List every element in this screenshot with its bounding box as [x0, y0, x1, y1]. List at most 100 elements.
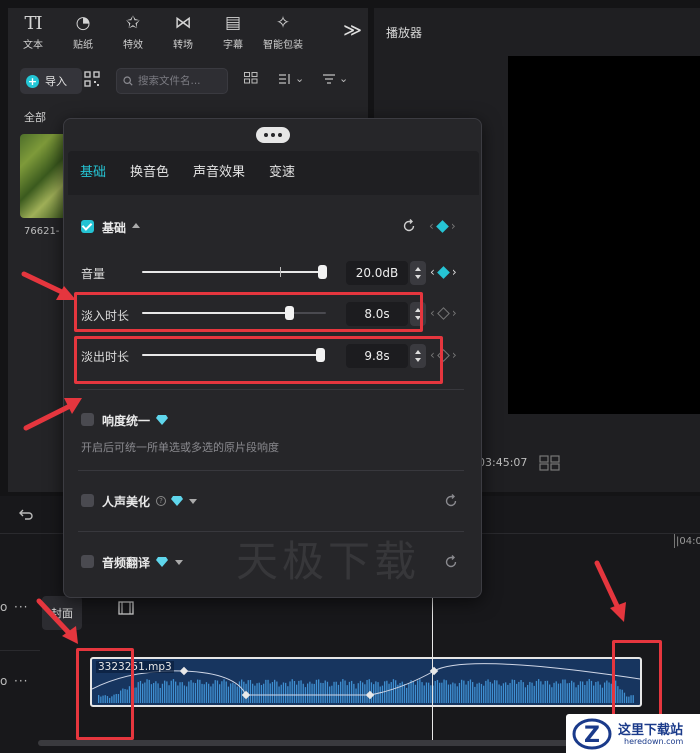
voice-beautify-checkbox[interactable] [81, 494, 94, 507]
filter-dropdown[interactable]: ⌄ [322, 72, 348, 85]
smart-pack-icon: ✧ [275, 13, 291, 33]
help-icon[interactable]: ? [156, 496, 166, 506]
reset-icon[interactable] [402, 219, 416, 233]
playhead[interactable] [432, 592, 433, 742]
import-button[interactable]: + 导入 [20, 68, 82, 94]
grid-view-toggle[interactable] [244, 72, 258, 84]
tool-text[interactable]: TI 文本 [8, 8, 58, 56]
next-keyframe-icon[interactable]: › [452, 306, 457, 320]
vip-diamond-icon [156, 415, 168, 425]
tool-text-label: 文本 [23, 40, 43, 51]
sort-icon [279, 73, 290, 84]
tool-sticker-label: 贴纸 [73, 40, 93, 51]
chevron-down-icon: ⌄ [339, 72, 349, 85]
tab-voice-change[interactable]: 换音色 [118, 151, 181, 195]
section-divider [78, 389, 464, 390]
prev-keyframe-icon[interactable]: ‹ [429, 219, 434, 233]
site-logo: Z 这里下载站 heredown.com [566, 714, 700, 753]
track-more-icon[interactable]: ··· [14, 674, 28, 688]
sort-dropdown[interactable]: ⌄ [278, 72, 304, 85]
track-toggle-icon[interactable]: o [0, 600, 7, 614]
next-keyframe-icon[interactable]: › [451, 219, 456, 233]
audio-translate-checkbox[interactable] [81, 555, 94, 568]
search-input[interactable] [138, 75, 220, 87]
audio-waveform [92, 663, 640, 703]
volume-slider[interactable] [142, 264, 327, 280]
watermark-text: 天极下载 [236, 537, 421, 586]
tool-sticker[interactable]: ◔ 贴纸 [58, 8, 108, 56]
volume-stepper[interactable] [410, 261, 426, 285]
undo-icon[interactable] [18, 506, 34, 522]
more-tools-icon[interactable]: ≫ [343, 20, 362, 41]
tool-transition-label: 转场 [173, 40, 193, 51]
transition-icon: ⋈ [174, 13, 192, 33]
search-icon [123, 76, 133, 86]
filter-icon [323, 73, 335, 84]
expand-icon[interactable] [189, 499, 197, 504]
tool-smart-pack[interactable]: ✧ 智能包装 [258, 8, 308, 56]
volume-default-mark [280, 267, 281, 277]
slider-handle[interactable] [318, 265, 327, 279]
chevron-down-icon: ⌄ [295, 72, 305, 85]
track-more-icon[interactable]: ··· [14, 600, 28, 614]
keyframe-icon[interactable] [435, 219, 449, 233]
loudness-hint: 开启后可统一所单选或多选的原片段响度 [81, 441, 279, 454]
audio-translate-label: 音频翻译 [102, 556, 151, 570]
annotation-box-fade-in [74, 292, 423, 332]
audio-tabs: 基础 换音色 声音效果 变速 [68, 151, 479, 195]
subtitle-icon: ▤ [224, 13, 242, 33]
tool-effects-label: 特效 [123, 40, 143, 51]
next-keyframe-icon[interactable]: › [452, 348, 457, 362]
tab-speed[interactable]: 变速 [257, 151, 307, 195]
logo-url: heredown.com [624, 737, 684, 746]
prev-keyframe-icon[interactable]: ‹ [430, 306, 435, 320]
basic-section-label: 基础 [102, 221, 127, 235]
track-divider [0, 650, 40, 651]
collapse-icon[interactable] [132, 223, 140, 228]
basic-checkbox[interactable] [81, 220, 94, 233]
tab-sound-effects[interactable]: 声音效果 [181, 151, 257, 195]
text-icon: TI [24, 12, 42, 34]
reset-icon[interactable] [444, 555, 458, 569]
prev-keyframe-icon[interactable]: ‹ [430, 265, 435, 279]
annotation-box-clip-start [76, 648, 134, 740]
search-box[interactable] [116, 68, 228, 94]
player-screen[interactable] [508, 56, 700, 414]
reset-icon[interactable] [444, 494, 458, 508]
keyframe-nav[interactable]: ‹ › [429, 219, 456, 233]
qr-icon[interactable] [84, 71, 100, 87]
audio-clip[interactable]: 3323251.mp3 [90, 657, 642, 707]
section-divider [78, 470, 464, 471]
expand-icon[interactable] [175, 560, 183, 565]
keyframe-icon[interactable] [436, 306, 450, 320]
popup-drag-handle[interactable] [256, 127, 290, 143]
tool-transition[interactable]: ⋈ 转场 [158, 8, 208, 56]
logo-title: 这里下载站 [618, 723, 684, 738]
player-time: 03:45:07 [478, 456, 528, 469]
volume-label: 音量 [81, 267, 106, 281]
plus-icon: + [26, 74, 39, 88]
ratio-grid-icon[interactable] [538, 454, 562, 472]
tool-smart-pack-label: 智能包装 [263, 40, 303, 51]
annotation-box-fade-out [74, 336, 443, 384]
sticker-icon: ◔ [75, 13, 91, 33]
track-toggle-icon[interactable]: o [0, 674, 7, 688]
volume-value-field[interactable]: 20.0dB [346, 261, 408, 285]
tab-basic[interactable]: 基础 [68, 151, 118, 195]
all-filter-label[interactable]: 全部 [24, 109, 46, 125]
keyframe-icon[interactable] [436, 265, 450, 279]
annotation-arrow [21, 271, 76, 300]
grid-view-icon [244, 72, 258, 84]
tool-effects[interactable]: ✩ 特效 [108, 8, 158, 56]
logo-mark-icon: Z [572, 718, 612, 750]
annotation-arrow [36, 598, 78, 644]
volume-keyframe-nav[interactable]: ‹ › [430, 265, 457, 279]
next-keyframe-icon[interactable]: › [452, 265, 457, 279]
timeline-scrollbar[interactable] [38, 740, 638, 746]
annotation-arrow [594, 560, 626, 622]
player-title: 播放器 [386, 26, 423, 40]
fade-in-keyframe-nav[interactable]: ‹ › [430, 306, 457, 320]
feature-toolbar: TI 文本 ◔ 贴纸 ✩ 特效 ⋈ 转场 ▤ 字幕 ✧ 智能包装 ≫ [8, 8, 368, 56]
tool-subtitle[interactable]: ▤ 字幕 [208, 8, 258, 56]
media-thumbnail-name: 76621- [24, 226, 60, 237]
